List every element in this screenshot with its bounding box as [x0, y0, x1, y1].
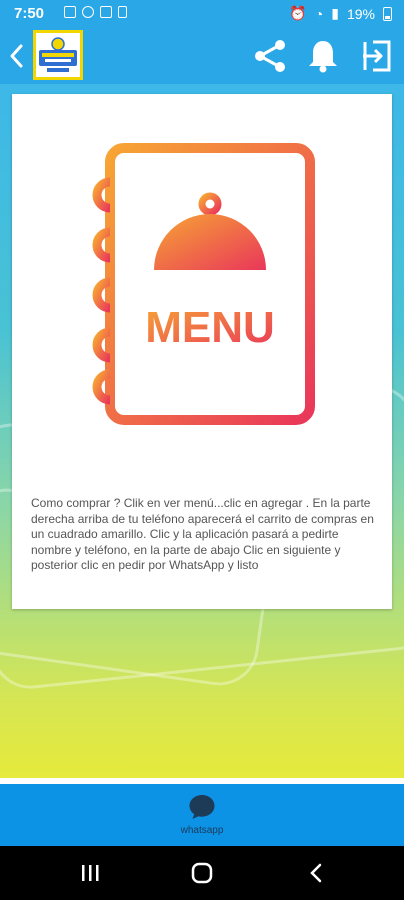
share-button[interactable] [250, 38, 290, 74]
share-icon [255, 40, 285, 72]
battery-percent: 19% [346, 5, 375, 22]
app-bar [0, 28, 404, 84]
status-bar: 7:50 ⏰ ◔ ▮ 19% [0, 0, 404, 28]
exit-button[interactable] [357, 38, 397, 74]
system-status: ⏰ ◔ ▮ 19% [289, 5, 392, 22]
app-notification-icon [82, 6, 94, 18]
battery-icon [383, 6, 392, 21]
exit-icon [363, 40, 391, 72]
whatsapp-label: whatsapp [180, 825, 224, 836]
clipboard-icon [118, 6, 127, 18]
instructions-text: Como comprar ? Clik en ver menú...clic e… [31, 496, 374, 572]
notification-icons [64, 6, 127, 18]
back-button[interactable] [4, 40, 30, 72]
menu-book-icon: MENU [92, 143, 315, 425]
whatsapp-button[interactable]: whatsapp [160, 784, 244, 846]
notifications-button[interactable] [303, 38, 343, 74]
alarm-icon: ⏰ [289, 5, 307, 21]
menu-card[interactable]: MENU Como comprar ? Clik en ver menú...c… [12, 94, 392, 609]
bottom-nav: whatsapp [0, 784, 404, 846]
chat-bubble-icon [189, 795, 215, 819]
wifi-icon: ◔ [314, 5, 324, 22]
recent-apps-button[interactable] [70, 860, 110, 886]
app-logo[interactable] [33, 30, 83, 80]
bell-icon [309, 41, 337, 73]
content-area: MENU Como comprar ? Clik en ver menú...c… [0, 84, 404, 784]
status-time: 7:50 [14, 5, 45, 22]
home-icon [191, 862, 213, 884]
signal-icon: ▮ [331, 5, 339, 21]
recent-apps-icon [82, 865, 99, 881]
back-icon [310, 863, 322, 883]
system-navigation-bar [0, 846, 404, 900]
back-nav-button[interactable] [296, 860, 336, 886]
logo-image [39, 37, 77, 72]
home-button[interactable] [182, 860, 222, 886]
chevron-left-icon [10, 44, 23, 68]
news-icon [100, 6, 112, 18]
menu-illustration-text: MENU [145, 303, 275, 352]
gallery-icon [64, 6, 76, 18]
